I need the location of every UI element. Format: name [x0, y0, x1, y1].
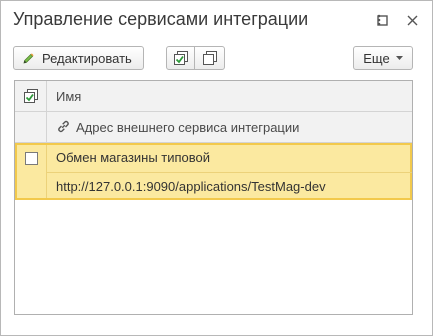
- services-table: Имя Адрес внешнего сервиса интеграции Об…: [14, 80, 413, 315]
- row-address: http://127.0.0.1:9090/applications/TestM…: [56, 179, 326, 194]
- chevron-down-icon: [395, 56, 403, 60]
- row-address-check-cell: [17, 172, 47, 198]
- subheader-check-cell: [15, 112, 47, 143]
- check-all-icon: [23, 89, 39, 104]
- more-button[interactable]: Еще: [353, 46, 413, 70]
- dialog-window: Управление сервисами интеграции Редактир…: [0, 0, 433, 336]
- row-checkbox-cell: [17, 145, 47, 172]
- check-all-icon: [173, 50, 189, 66]
- check-all-button[interactable]: [166, 46, 195, 70]
- row-checkbox[interactable]: [25, 152, 38, 165]
- table-row[interactable]: Обмен магазины типовой http://127.0.0.1:…: [15, 143, 412, 200]
- row-name: Обмен магазины типовой: [56, 150, 211, 165]
- window-title: Управление сервисами интеграции: [13, 9, 309, 29]
- edit-button[interactable]: Редактировать: [13, 46, 144, 70]
- uncheck-all-button[interactable]: [194, 46, 225, 70]
- column-header-name[interactable]: Имя: [56, 89, 81, 104]
- table-subheader-row: Адрес внешнего сервиса интеграции: [15, 112, 412, 143]
- header-check-column[interactable]: [15, 81, 47, 112]
- table-header-row: Имя: [15, 81, 412, 112]
- edit-button-label: Редактировать: [42, 50, 132, 66]
- pencil-icon: [22, 52, 35, 65]
- more-button-label: Еще: [363, 50, 390, 66]
- maximize-icon[interactable]: [373, 11, 391, 29]
- row-divider: [46, 172, 412, 173]
- column-header-address[interactable]: Адрес внешнего сервиса интеграции: [76, 120, 299, 135]
- link-icon: [56, 119, 71, 134]
- close-icon[interactable]: [403, 11, 421, 29]
- uncheck-all-icon: [202, 50, 218, 66]
